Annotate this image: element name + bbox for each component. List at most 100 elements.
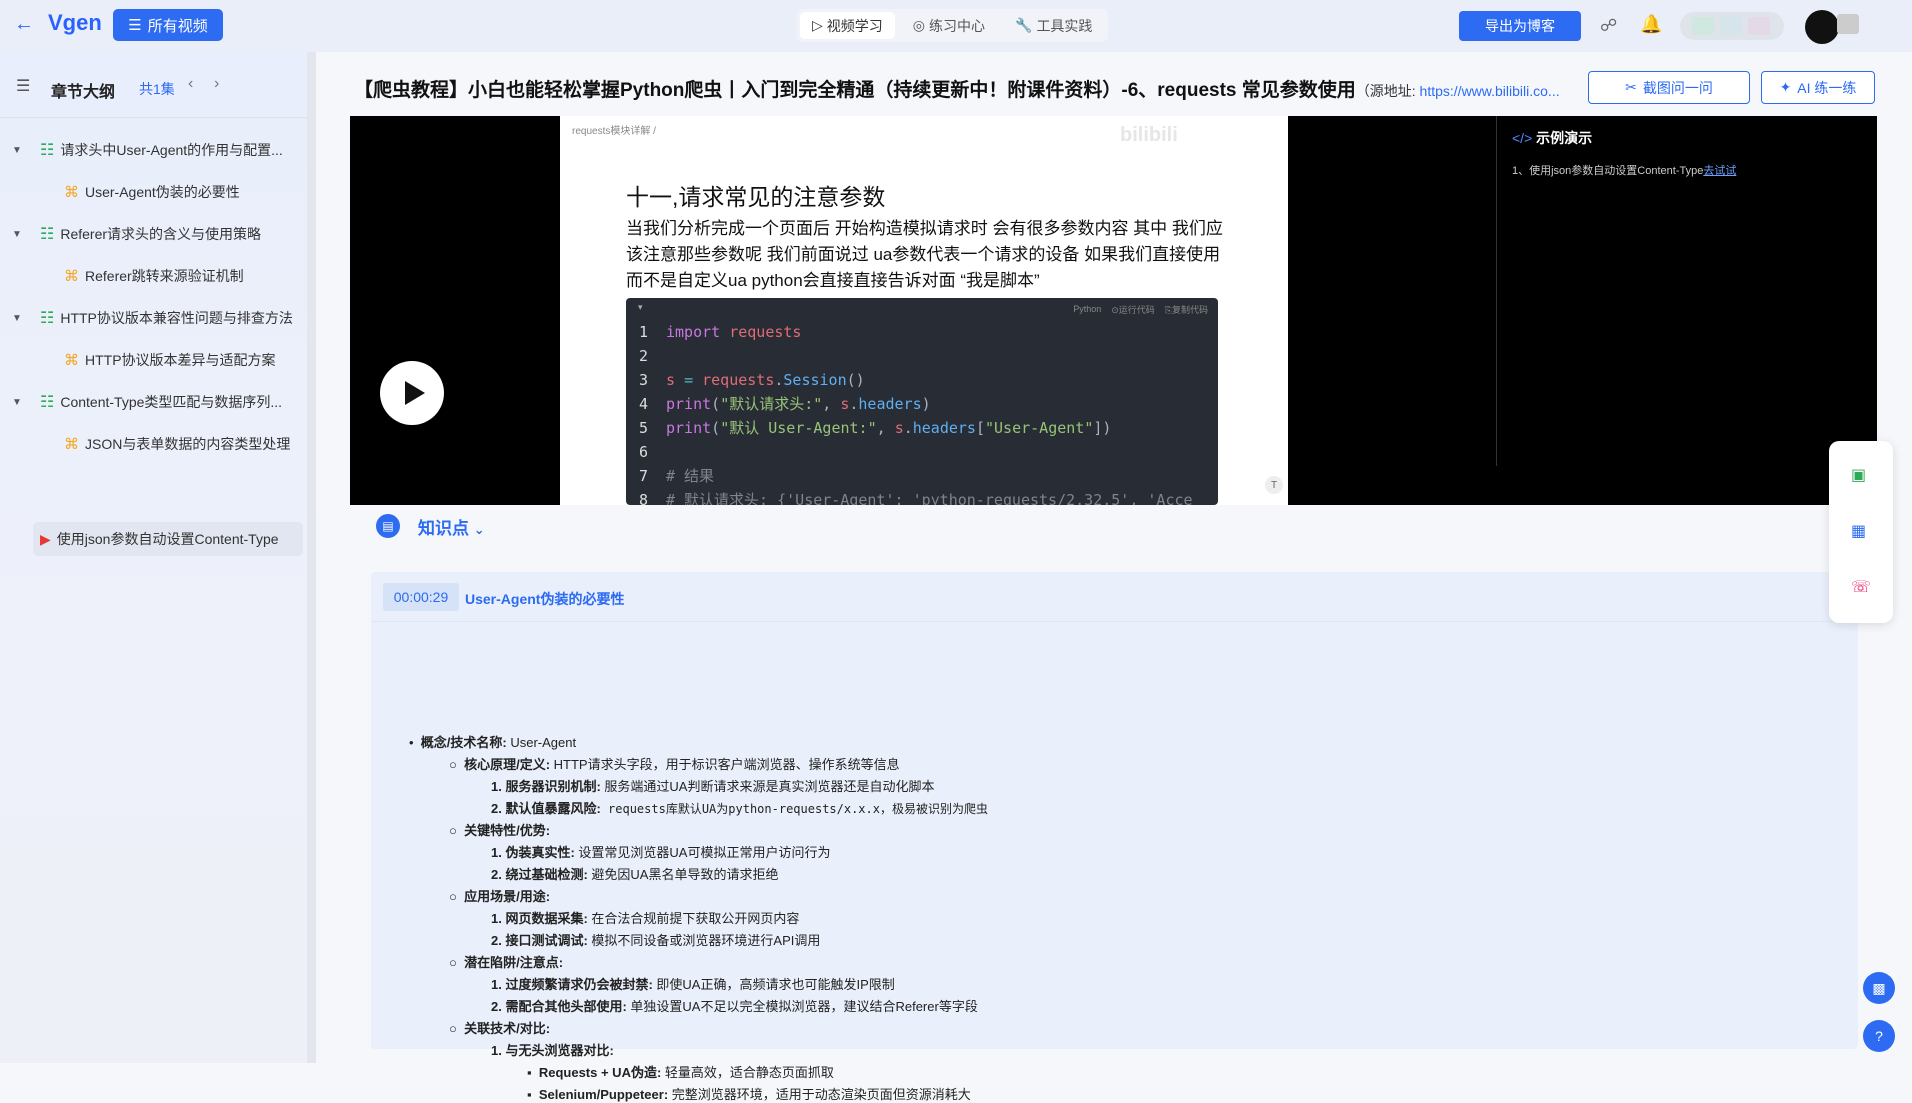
ai-practice-label: AI 练一练 (1797, 79, 1857, 96)
play-icon: ▷ (812, 17, 823, 33)
sidebar-item-label: HTTP协议版本差异与适配方案 (85, 352, 276, 368)
avatar[interactable] (1805, 10, 1839, 44)
source-link[interactable]: https://www.bilibili.co... (1420, 83, 1560, 99)
sidebar-title: 章节大纲 (51, 84, 116, 101)
source-info: （源地址: https://www.bilibili.co... (1356, 83, 1560, 99)
sidebar-item-referer[interactable]: ▼ ☷ Referer请求头的含义与使用策略 (0, 217, 261, 251)
code-line: 5 print("默认 User-Agent:", s.headers["User… (638, 419, 1112, 437)
export-blog-button[interactable]: 导出为博客 (1459, 11, 1581, 41)
note-line: 1. 网页数据采集: 在合法合规前提下获取公开网页内容 (491, 911, 800, 926)
blur-block (1720, 17, 1742, 35)
tab-video-learning[interactable]: ▷ 视频学习 (800, 12, 895, 39)
sidebar-item-content-type-sub[interactable]: ⌘ JSON与表单数据的内容类型处理 (64, 427, 290, 461)
copy-code-button[interactable]: ⎘复制代码 (1165, 303, 1208, 316)
tab-label: 视频学习 (826, 17, 883, 34)
demo-heading: </> 示例演示 (1512, 128, 1592, 148)
back-arrow-icon[interactable]: ← (14, 12, 38, 36)
robot-icon[interactable]: ▣ (1851, 465, 1866, 485)
caret-down-icon[interactable]: ▼ (12, 145, 22, 156)
video-title: 【爬虫教程】小白也能轻松掌握Python爬虫丨入门到完全精通（持续更新中！附课件… (354, 75, 1560, 102)
target-icon: ◎ (912, 17, 925, 33)
timestamp-badge[interactable]: 00:00:29 (383, 583, 459, 611)
note-line: 1. 伪装真实性: 设置常见浏览器UA可模拟正常用户访问行为 (491, 845, 831, 860)
caret-down-icon[interactable]: ▼ (12, 313, 22, 324)
sidebar-item-http-sub[interactable]: ⌘ HTTP协议版本差异与适配方案 (64, 343, 276, 377)
slide-text: 当我们分析完成一个页面后 开始构造模拟请求时 会有很多参数内容 其中 我们应该注… (626, 219, 1223, 290)
top-header: ← Vgen ☰ 所有视频 ▷ 视频学习 ◎ 练习中心 🔧 工具实践 导出为博客… (0, 0, 1912, 52)
note-line: ○ 关键特性/优势: (449, 823, 551, 838)
tab-practice-center[interactable]: ◎ 练习中心 (901, 12, 997, 39)
ai-practice-button[interactable]: ✦ AI 练一练 (1761, 71, 1875, 104)
note-line: • 概念/技术名称: User-Agent (409, 735, 577, 750)
code-line: 8 # 默认请求头: {'User-Agent': 'python-request… (638, 491, 1193, 505)
knowledge-title[interactable]: 知识点 ⌄ (418, 514, 485, 539)
episode-count: 共1集 (139, 81, 175, 97)
note-line: 1. 与无头浏览器对比: (491, 1043, 614, 1058)
video-player[interactable]: requests模块详解 / bilibili 十一,请求常见的注意参数 当我们… (350, 116, 1877, 505)
sidebar-item-json-video[interactable]: ▶ 使用json参数自动设置Content-Type (40, 522, 279, 556)
list-icon: ☰ (128, 17, 142, 34)
run-code-button[interactable]: ⊙运行代码 (1111, 303, 1155, 316)
wrench-icon: 🔧 (1015, 17, 1033, 33)
all-videos-button[interactable]: ☰ 所有视频 (113, 9, 223, 41)
note-line: 2. 绕过基础检测: 避免因UA黑名单导致的请求拒绝 (491, 867, 779, 882)
floating-toolbar: ▣ ▦ ☏ (1829, 441, 1893, 623)
feedback-icon[interactable]: ▩ (1863, 972, 1895, 1004)
video-icon: ▶ (40, 530, 51, 547)
source-prefix: （源地址: (1355, 83, 1420, 99)
help-icon[interactable]: ? (1863, 1020, 1895, 1052)
caret-down-icon[interactable]: ▼ (12, 229, 22, 240)
code-line: 1 import requests (638, 323, 802, 341)
chapter-sidebar: ☰ 章节大纲 共1集 ‹ › ▼ ☷ 请求头中User-Agent的作用与配置.… (0, 52, 316, 1063)
code-line: 6 (638, 443, 648, 461)
chevron-right-icon[interactable]: › (214, 75, 219, 93)
note-line: ○ 潜在陷阱/注意点: (449, 955, 564, 970)
sidebar-item-label: Content-Type类型匹配与数据序列... (60, 394, 283, 410)
node-icon: ⌘ (64, 352, 79, 369)
demo-item: 1、使用json参数自动设置Content-Type去试试 (1512, 162, 1736, 178)
caret-down-icon[interactable]: ▼ (12, 397, 22, 408)
code-line: 3s = requests.Session() (638, 371, 865, 389)
video-title-text: 【爬虫教程】小白也能轻松掌握Python爬虫丨入门到完全精通（持续更新中！附课件… (354, 80, 1356, 101)
note-line: ○ 关联技术/对比: (449, 1021, 551, 1036)
bell-icon[interactable]: 🔔 (1640, 14, 1662, 35)
note-line: ▪ Requests + UA伪造: 轻量高效，适合静态页面抓取 (527, 1065, 834, 1080)
tab-tool-practice[interactable]: 🔧 工具实践 (1003, 12, 1104, 39)
demo-heading-text: 示例演示 (1536, 130, 1593, 146)
text-tool-icon[interactable]: T (1265, 476, 1283, 494)
sidebar-item-content-type[interactable]: ▼ ☷ Content-Type类型匹配与数据序列... (0, 385, 282, 419)
sidebar-item-ua-sub[interactable]: ⌘ User-Agent伪装的必要性 (64, 175, 240, 209)
tree-icon: ☷ (40, 310, 55, 327)
sidebar-item-ua[interactable]: ▼ ☷ 请求头中User-Agent的作用与配置... (0, 133, 283, 167)
blur-block (1692, 17, 1714, 35)
slide-frame: requests模块详解 / bilibili 十一,请求常见的注意参数 当我们… (560, 116, 1288, 505)
note-line: ○ 应用场景/用途: (449, 889, 551, 904)
chevron-left-icon[interactable]: ‹ (188, 75, 193, 93)
chevron-down-icon: ⌄ (473, 522, 485, 537)
headset-icon[interactable]: ☏ (1851, 577, 1871, 597)
knowledge-icon: ▤ (376, 514, 400, 538)
knowledge-title-text: 知识点 (418, 519, 469, 538)
sidebar-item-http[interactable]: ▼ ☷ HTTP协议版本兼容性问题与排查方法 (0, 301, 293, 335)
sidebar-item-label: User-Agent伪装的必要性 (85, 184, 240, 200)
sidebar-item-referer-sub[interactable]: ⌘ Referer跳转来源验证机制 (64, 259, 244, 293)
screenshot-ask-button[interactable]: ✂ 截图问一问 (1588, 71, 1750, 104)
logo[interactable]: Vgen (48, 10, 102, 36)
toolbox-icon[interactable]: ▦ (1851, 521, 1866, 541)
note-line: 2. 默认值暴露风险: requests库默认UA为python-request… (491, 801, 988, 816)
try-it-link[interactable]: 去试试 (1703, 165, 1736, 177)
user-info-blurred[interactable] (1680, 12, 1784, 40)
magic-wand-icon: ✦ (1779, 79, 1792, 95)
node-icon: ⌘ (64, 268, 79, 285)
screenshot-ask-label: 截图问一问 (1642, 79, 1713, 96)
outline-icon[interactable]: ☰ (16, 76, 30, 96)
share-icon[interactable]: ☍ (1600, 16, 1617, 36)
scissors-icon: ✂ (1625, 79, 1637, 95)
play-button[interactable] (380, 361, 444, 425)
node-icon: ⌘ (64, 436, 79, 453)
divider (0, 117, 316, 118)
avatar-badge (1837, 14, 1859, 34)
note-line: ▪ Selenium/Puppeteer: 完整浏览器环境，适用于动态渲染页面但… (527, 1087, 971, 1102)
code-block: ▾ Python ⊙运行代码 ⎘复制代码 1 import requests 2 … (626, 298, 1218, 505)
sidebar-item-label: 使用json参数自动设置Content-Type (56, 531, 279, 547)
